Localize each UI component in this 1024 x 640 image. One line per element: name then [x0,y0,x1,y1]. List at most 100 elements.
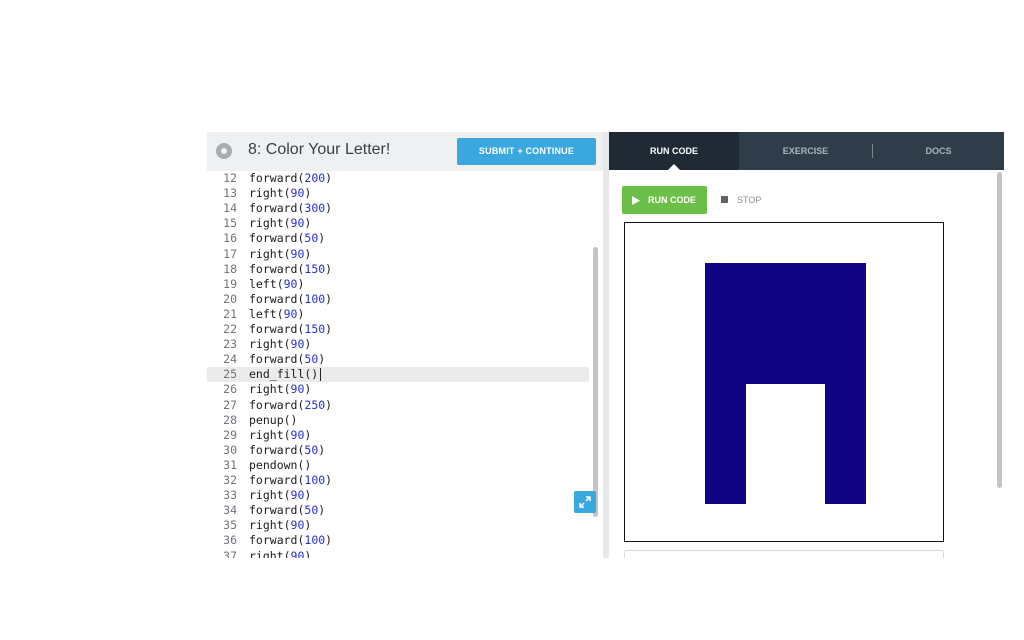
code-line[interactable]: 23 right(90) [207,337,589,352]
code-panel: 8: Color Your Letter! SUBMIT + CONTINUE … [207,132,603,558]
code-text: forward(50) [249,352,326,367]
code-text: right(90) [249,427,312,442]
code-text: forward(50) [249,231,326,246]
stop-icon [721,196,728,203]
line-number: 28 [223,412,237,427]
line-number: 22 [223,322,237,336]
line-number: 14 [223,201,237,216]
line-number: 25 [223,367,237,382]
code-text: forward(150) [249,322,333,336]
filled-letter-n [705,263,866,504]
canvas-drawing [705,263,866,504]
code-text: right(90) [249,186,312,201]
line-number: 13 [223,186,237,201]
tab-run-code[interactable]: RUN CODE [609,132,739,170]
code-line[interactable]: 12 forward(200) [207,171,589,186]
code-text: forward(200) [249,171,333,185]
code-line[interactable]: 22 forward(150) [207,322,589,337]
line-number: 33 [223,488,237,503]
expand-icon [579,496,591,508]
text-cursor [320,368,322,382]
code-text: forward(150) [249,261,333,276]
code-text: left(90) [249,306,305,321]
code-line[interactable]: 21 left(90) [207,307,589,322]
run-code-label: RUN CODE [648,195,697,205]
exercise-header: 8: Color Your Letter! SUBMIT + CONTINUE [207,132,603,171]
code-text: right(90) [249,488,312,503]
code-line[interactable]: 30 forward(50) [207,443,589,458]
tab-exercise[interactable]: EXERCISE [739,132,872,170]
code-editor[interactable]: 12 forward(200) 13 right(90) 14 forward(300) 1… [207,171,603,558]
code-line[interactable]: 37 right(90) [207,549,589,559]
code-text: forward(100) [249,473,333,487]
code-line[interactable]: 15 right(90) [207,216,589,231]
code-text: penup() [249,412,298,427]
code-line[interactable]: 27 forward(250) [207,398,589,413]
line-number: 37 [223,548,237,559]
line-number: 21 [223,306,237,321]
line-number: 17 [223,246,237,261]
line-number: 15 [223,216,237,231]
submit-continue-button[interactable]: SUBMIT + CONTINUE [457,138,596,165]
code-text: right(90) [249,337,312,352]
run-code-button[interactable]: RUN CODE [622,186,707,214]
line-number: 31 [223,457,237,472]
code-line[interactable]: 35 right(90) [207,518,589,533]
code-line[interactable]: 29 right(90) [207,428,589,443]
line-number: 35 [223,518,237,533]
code-text: forward(300) [249,201,333,216]
line-number: 19 [223,276,237,291]
code-text: forward(50) [249,503,326,518]
tab-docs[interactable]: DOCS [873,132,1004,170]
expand-editor-button[interactable] [574,491,596,513]
code-line[interactable]: 19 left(90) [207,277,589,292]
line-number: 34 [223,503,237,518]
line-number: 23 [223,337,237,352]
console-output [624,550,944,558]
code-text: forward(100) [249,533,333,548]
line-number: 12 [223,171,237,185]
code-line[interactable]: 13 right(90) [207,186,589,201]
line-number: 24 [223,352,237,367]
code-text: right(90) [249,518,312,533]
tab-bar: RUN CODE EXERCISE DOCS [609,132,1004,170]
play-icon [632,196,640,205]
stop-button[interactable]: STOP [721,193,761,207]
code-line[interactable]: 31 pendown() [207,458,589,473]
code-line[interactable]: 36 forward(100) [207,533,589,548]
code-line[interactable]: 28 penup() [207,413,589,428]
code-line[interactable]: 18 forward(150) [207,262,589,277]
code-line[interactable]: 33 right(90) [207,488,589,503]
output-panel: RUN CODE EXERCISE DOCS RUN CODE STOP [609,132,1004,558]
panel-scrollbar[interactable] [997,172,1002,488]
code-line[interactable]: 25 end_fill() [207,367,589,383]
code-text: right(90) [249,246,312,261]
gear-icon[interactable] [216,143,232,159]
line-number: 20 [223,291,237,306]
line-number: 26 [223,382,237,397]
code-line[interactable]: 17 right(90) [207,247,589,262]
code-text: right(90) [249,216,312,231]
code-line[interactable]: 16 forward(50) [207,231,589,246]
code-line[interactable]: 32 forward(100) [207,473,589,488]
exercise-title: 8: Color Your Letter! [248,141,391,158]
code-text: left(90) [249,276,305,291]
code-text: end_fill() [249,367,322,382]
code-line[interactable]: 26 right(90) [207,382,589,397]
turtle-canvas [624,222,944,542]
line-number: 36 [223,533,237,548]
code-line[interactable]: 20 forward(100) [207,292,589,307]
code-line[interactable]: 14 forward(300) [207,201,589,216]
code-line[interactable]: 34 forward(50) [207,503,589,518]
editor-scrollbar[interactable] [593,247,598,517]
line-number: 29 [223,427,237,442]
line-number: 30 [223,442,237,457]
line-number: 27 [223,397,237,412]
code-text: pendown() [249,457,312,472]
code-line[interactable]: 24 forward(50) [207,352,589,367]
line-number: 18 [223,261,237,276]
line-number: 32 [223,473,237,487]
code-text: right(90) [249,548,312,559]
line-number: 16 [223,231,237,246]
code-text: right(90) [249,382,312,397]
